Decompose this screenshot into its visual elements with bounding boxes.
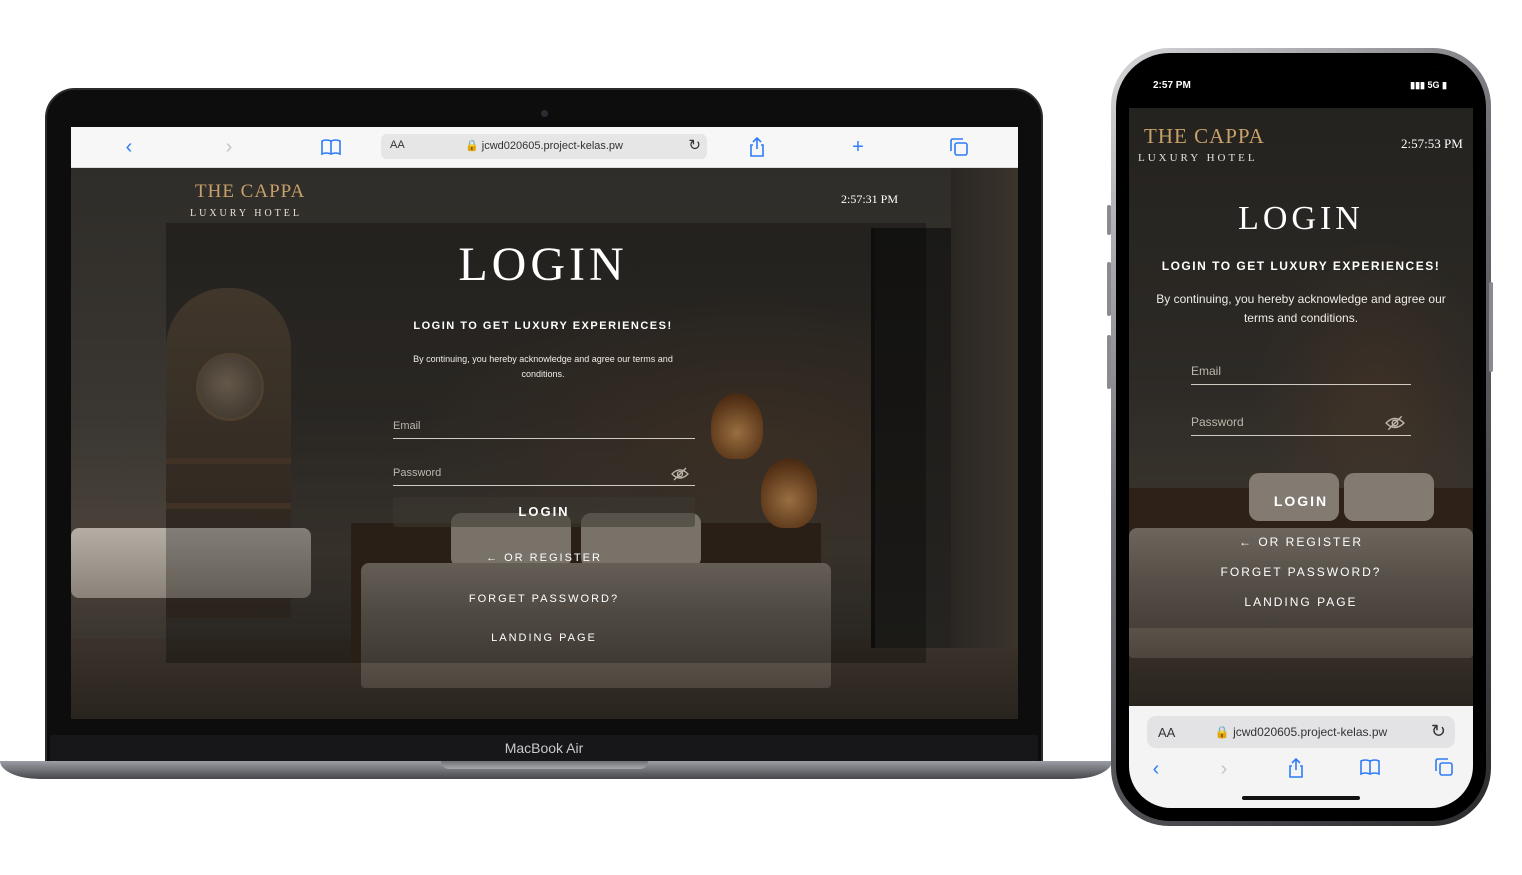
terms-text: By continuing, you hereby acknowledge an… xyxy=(1156,292,1446,325)
url-text: jcwd020605.project-kelas.pw xyxy=(1233,725,1388,739)
book-icon xyxy=(321,139,341,156)
address-bar[interactable]: AA 🔒 jcwd020605.project-kelas.pw ↻ xyxy=(381,134,707,159)
arrow-left-icon: ← xyxy=(486,552,500,564)
register-link[interactable]: ← OR REGISTER xyxy=(1129,535,1473,549)
page-subtitle: LOGIN TO GET LUXURY EXPERIENCES! xyxy=(413,320,673,332)
lock-icon: 🔒 xyxy=(464,140,479,152)
status-network: ▮▮▮ 5G ▮ xyxy=(1410,80,1447,91)
device-label: MacBook Air xyxy=(504,740,584,756)
back-button[interactable]: ‹ xyxy=(1144,758,1168,781)
brand-name: THE CAPPA xyxy=(1144,124,1265,148)
password-placeholder: Password xyxy=(1191,415,1244,429)
url-text-wrap: 🔒 jcwd020605.project-kelas.pw xyxy=(1147,725,1455,739)
right-wall xyxy=(951,168,1018,648)
forget-password-link[interactable]: FORGET PASSWORD? xyxy=(1129,565,1473,579)
password-field[interactable]: Password xyxy=(1191,405,1411,436)
chevron-right-icon: › xyxy=(1220,758,1228,780)
battery-icon: ▮ xyxy=(1442,80,1447,90)
clock: 2:57:53 PM xyxy=(1401,136,1463,151)
bookmarks-button[interactable] xyxy=(319,135,343,159)
register-link[interactable]: ← OR REGISTER xyxy=(393,552,695,564)
status-bar: 2:57 PM ▮▮▮ 5G ▮ xyxy=(1129,66,1473,108)
dynamic-island xyxy=(1241,70,1361,100)
reload-icon[interactable]: ↻ xyxy=(1431,721,1446,742)
new-tab-button[interactable]: + xyxy=(846,135,870,159)
forward-button[interactable]: › xyxy=(1212,758,1236,781)
email-field[interactable]: Email xyxy=(1191,354,1411,385)
eye-off-icon[interactable] xyxy=(1385,415,1405,431)
page-title: LOGIN xyxy=(458,238,628,291)
landing-page-link[interactable]: LANDING PAGE xyxy=(393,632,695,644)
laptop-hinge-notch xyxy=(441,761,648,769)
back-button[interactable]: ‹ xyxy=(117,135,141,159)
eye-off-icon[interactable] xyxy=(671,467,689,481)
tabs-button[interactable] xyxy=(947,135,971,159)
email-placeholder: Email xyxy=(393,420,421,432)
network-type: 5G xyxy=(1427,80,1440,90)
arrow-left-icon: ← xyxy=(1238,535,1253,549)
phone-volume-down xyxy=(1107,335,1111,389)
share-icon xyxy=(750,136,764,157)
brand-tagline: LUXURY HOTEL xyxy=(1138,152,1258,164)
share-button[interactable] xyxy=(1284,757,1308,784)
chevron-right-icon: › xyxy=(225,136,233,158)
reload-icon[interactable]: ↻ xyxy=(688,136,701,154)
phone-power-button xyxy=(1489,282,1493,372)
password-placeholder: Password xyxy=(393,467,442,479)
terms-text: By continuing, you hereby acknowledge an… xyxy=(413,354,673,379)
password-field[interactable]: Password xyxy=(393,457,695,486)
address-bar[interactable]: AA 🔒 jcwd020605.project-kelas.pw ↻ xyxy=(1147,716,1455,748)
email-placeholder: Email xyxy=(1191,364,1222,378)
forget-password-link[interactable]: FORGET PASSWORD? xyxy=(393,593,695,605)
register-link-label: OR REGISTER xyxy=(504,552,602,564)
safari-bottom-bar: AA 🔒 jcwd020605.project-kelas.pw ↻ ‹ › xyxy=(1129,706,1473,808)
book-icon xyxy=(1360,759,1380,776)
status-time: 2:57 PM xyxy=(1153,80,1191,91)
chevron-left-icon: ‹ xyxy=(1152,758,1160,780)
brand-tagline: LUXURY HOTEL xyxy=(190,208,303,219)
chevron-left-icon: ‹ xyxy=(125,136,133,158)
page-title: LOGIN xyxy=(1238,200,1364,237)
email-field[interactable]: Email xyxy=(393,410,695,439)
tabs-icon xyxy=(1435,758,1453,776)
phone-volume-up xyxy=(1107,262,1111,316)
safari-toolbar: ‹ › AA 🔒 jcwd020605.project-kelas.pw ↻ + xyxy=(71,127,1018,168)
phone-screen: 2:57 PM ▮▮▮ 5G ▮ THE CAPPA LUXURY HOTEL … xyxy=(1129,66,1473,808)
url-text-wrap: 🔒 jcwd020605.project-kelas.pw xyxy=(381,139,707,152)
plus-icon: + xyxy=(852,136,864,158)
lock-icon: 🔒 xyxy=(1214,725,1230,739)
login-button[interactable]: LOGIN xyxy=(393,497,695,527)
bookmarks-button[interactable] xyxy=(1358,758,1382,782)
landing-page-link[interactable]: LANDING PAGE xyxy=(1129,595,1473,609)
register-link-label: OR REGISTER xyxy=(1258,535,1364,549)
brand-name: THE CAPPA xyxy=(195,181,306,202)
share-icon xyxy=(1289,757,1303,778)
laptop-camera xyxy=(541,110,548,117)
login-button[interactable]: LOGIN xyxy=(1191,486,1411,516)
tabs-button[interactable] xyxy=(1432,758,1456,782)
clock: 2:57:31 PM xyxy=(841,192,899,206)
laptop-screen: ‹ › AA 🔒 jcwd020605.project-kelas.pw ↻ + xyxy=(71,127,1018,719)
page-subtitle: LOGIN TO GET LUXURY EXPERIENCES! xyxy=(1161,259,1441,273)
home-indicator xyxy=(1242,796,1360,800)
url-text: jcwd020605.project-kelas.pw xyxy=(481,140,623,152)
phone-side-button xyxy=(1107,205,1111,235)
share-button[interactable] xyxy=(745,135,769,159)
signal-icon: ▮▮▮ xyxy=(1410,80,1425,90)
tabs-icon xyxy=(950,138,968,156)
forward-button[interactable]: › xyxy=(217,135,241,159)
